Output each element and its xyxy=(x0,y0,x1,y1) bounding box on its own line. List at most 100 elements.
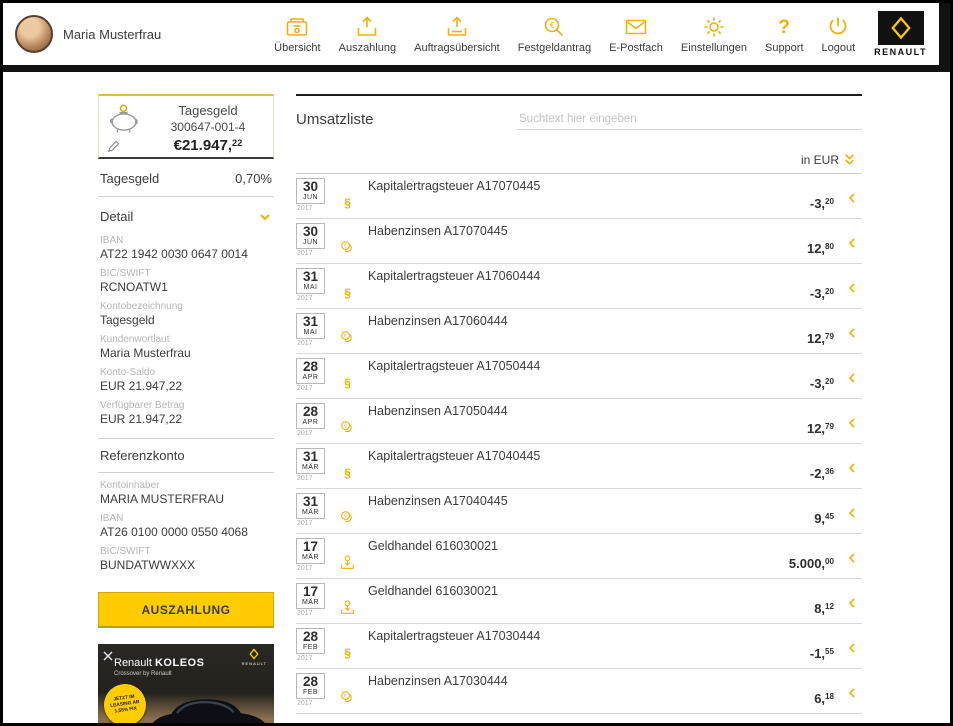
transaction-body: Habenzinsen A17030444 6,18 xyxy=(360,673,848,713)
chevron-left-icon[interactable] xyxy=(848,178,862,218)
date-day: 17 xyxy=(297,585,324,599)
date-month: MÄR xyxy=(297,464,324,471)
account-balance: €21.947,22 xyxy=(149,137,267,154)
date-year: 2017 xyxy=(296,430,334,437)
nav-item-einstellungen[interactable]: Einstellungen xyxy=(672,14,756,54)
interest-coins-icon: € xyxy=(334,673,360,713)
info-field: BIC/SWIFT RCNOATW1 xyxy=(100,268,272,294)
transaction-description: Kapitalertragsteuer A17030444 xyxy=(368,629,834,643)
renault-wordmark: RENAULT xyxy=(874,47,927,57)
close-icon[interactable] xyxy=(103,648,113,658)
detail-section-toggle[interactable]: Detail xyxy=(98,197,274,228)
field-value: AT26 0100 0000 0550 4068 xyxy=(100,525,272,539)
transaction-body: Kapitalertragsteuer A17050444 -3,20 xyxy=(360,358,848,398)
nav-item-uebersicht[interactable]: Übersicht xyxy=(265,14,329,54)
rate-value: 0,70% xyxy=(235,171,272,186)
transaction-row[interactable]: 31 MÄR 2017 € Habenzinsen A17040445 9,45 xyxy=(296,489,862,534)
date-month: MÄR xyxy=(297,599,324,606)
field-value: AT22 1942 0030 0647 0014 xyxy=(100,247,272,261)
nav-item-festgeldantrag[interactable]: € Festgeldantrag xyxy=(509,14,600,54)
nav-item-logout[interactable]: Logout xyxy=(813,14,865,54)
date-month: JUN xyxy=(297,194,324,201)
interest-coins-icon: € xyxy=(334,403,360,443)
nav-item-e-postfach[interactable]: E-Postfach xyxy=(600,14,672,54)
search-input[interactable] xyxy=(517,109,862,130)
transaction-row[interactable]: 31 MAI 2017 € Habenzinsen A17060444 12,7… xyxy=(296,309,862,354)
transaction-amount: -3,20 xyxy=(810,286,834,301)
date-year: 2017 xyxy=(296,205,334,212)
info-field: Kundenwortlaut Maria Musterfrau xyxy=(100,334,272,360)
edit-pencil-icon[interactable] xyxy=(107,140,120,153)
renault-diamond-icon xyxy=(878,11,924,45)
date-box: 17 MÄR xyxy=(296,583,325,609)
transaction-row[interactable]: 28 FEB 2017 § Kapitalertragsteuer A17030… xyxy=(296,624,862,669)
chevron-left-icon[interactable] xyxy=(848,313,862,353)
transaction-row[interactable]: 17 MÄR 2017 Geldhandel 616030021 5.000,0… xyxy=(296,534,862,579)
svg-text:€: € xyxy=(344,334,347,340)
transaction-row[interactable]: 31 MAI 2017 § Kapitalertragsteuer A17060… xyxy=(296,264,862,309)
transaction-description: Kapitalertragsteuer A17060444 xyxy=(368,269,834,283)
chevron-left-icon[interactable] xyxy=(848,448,862,488)
transaction-row[interactable]: 28 FEB 2017 € Habenzinsen A17030444 6,18 xyxy=(296,669,862,714)
question-icon: ? xyxy=(771,14,797,40)
settings-icon xyxy=(701,14,727,40)
date-day: 31 xyxy=(297,450,324,464)
transaction-row[interactable]: 17 MÄR 2017 Geldhandel 616030021 8,12 xyxy=(296,579,862,624)
chevron-left-icon[interactable] xyxy=(848,403,862,443)
date-box: 30 JUN xyxy=(296,223,325,249)
chevron-left-icon[interactable] xyxy=(848,538,862,578)
transaction-date: 28 APR 2017 xyxy=(296,403,334,443)
svg-text:§: § xyxy=(344,466,351,480)
nav-item-auftragsuebersicht[interactable]: Auftragsübersicht xyxy=(405,14,509,54)
svg-text:€: € xyxy=(344,514,347,520)
money-trade-icon xyxy=(334,538,360,578)
date-box: 31 MAI xyxy=(296,268,325,294)
orders-icon xyxy=(444,14,470,40)
chevron-left-icon[interactable] xyxy=(848,268,862,308)
field-value: Maria Musterfrau xyxy=(100,346,272,360)
transaction-row[interactable]: 31 MÄR 2017 § Kapitalertragsteuer A17040… xyxy=(296,444,862,489)
date-year: 2017 xyxy=(296,655,334,662)
chevron-left-icon[interactable] xyxy=(848,628,862,668)
transaction-row[interactable]: 30 JUN 2017 § Kapitalertragsteuer A17070… xyxy=(296,174,862,219)
date-day: 17 xyxy=(297,540,324,554)
transaction-amount: 12,80 xyxy=(807,241,834,256)
svg-text:?: ? xyxy=(778,17,790,38)
rate-label: Tagesgeld xyxy=(100,171,159,186)
transaction-row[interactable]: 28 APR 2017 § Kapitalertragsteuer A17050… xyxy=(296,354,862,399)
transaction-date: 17 MÄR 2017 xyxy=(296,583,334,623)
date-month: MAI xyxy=(297,284,324,291)
header-divider-bar xyxy=(3,65,950,72)
transaction-row[interactable]: 30 JUN 2017 € Habenzinsen A17070445 12,8… xyxy=(296,219,862,264)
date-box: 28 APR xyxy=(296,403,325,429)
transaction-date: 30 JUN 2017 xyxy=(296,223,334,263)
chevron-left-icon[interactable] xyxy=(848,493,862,533)
nav-item-auszahlung[interactable]: Auszahlung xyxy=(330,14,406,54)
info-field: IBAN AT22 1942 0030 0647 0014 xyxy=(100,235,272,261)
date-year: 2017 xyxy=(296,700,334,707)
overview-icon xyxy=(284,14,310,40)
field-label: IBAN xyxy=(100,513,272,524)
transaction-row[interactable]: 28 APR 2017 € Habenzinsen A17050444 12,7… xyxy=(296,399,862,444)
date-year: 2017 xyxy=(296,565,334,572)
transaction-amount: 12,79 xyxy=(807,421,834,436)
user-avatar[interactable] xyxy=(15,15,53,53)
date-day: 28 xyxy=(297,405,324,419)
ad-banner[interactable]: Renault KOLEOS Crossover by Renault RENA… xyxy=(98,644,274,726)
transaction-date: 28 FEB 2017 xyxy=(296,628,334,668)
page-title: Umsatzliste xyxy=(296,111,374,128)
info-field: Kontobezeichnung Tagesgeld xyxy=(100,301,272,327)
transaction-amount: 6,18 xyxy=(814,691,834,706)
currency-sort-control[interactable]: in EUR xyxy=(296,140,862,174)
account-card[interactable]: Tagesgeld 300647-001-4 €21.947,22 xyxy=(98,94,274,159)
chevron-left-icon[interactable] xyxy=(848,358,862,398)
svg-text:§: § xyxy=(344,376,351,390)
chevron-left-icon[interactable] xyxy=(848,583,862,623)
chevron-left-icon[interactable] xyxy=(848,223,862,263)
nav-item-label: E-Postfach xyxy=(609,42,663,54)
payout-button[interactable]: AUSZAHLUNG xyxy=(98,592,274,628)
svg-text:§: § xyxy=(344,196,351,210)
chevron-left-icon[interactable] xyxy=(848,673,862,713)
nav-item-support[interactable]: ? Support xyxy=(756,14,813,54)
date-year: 2017 xyxy=(296,385,334,392)
